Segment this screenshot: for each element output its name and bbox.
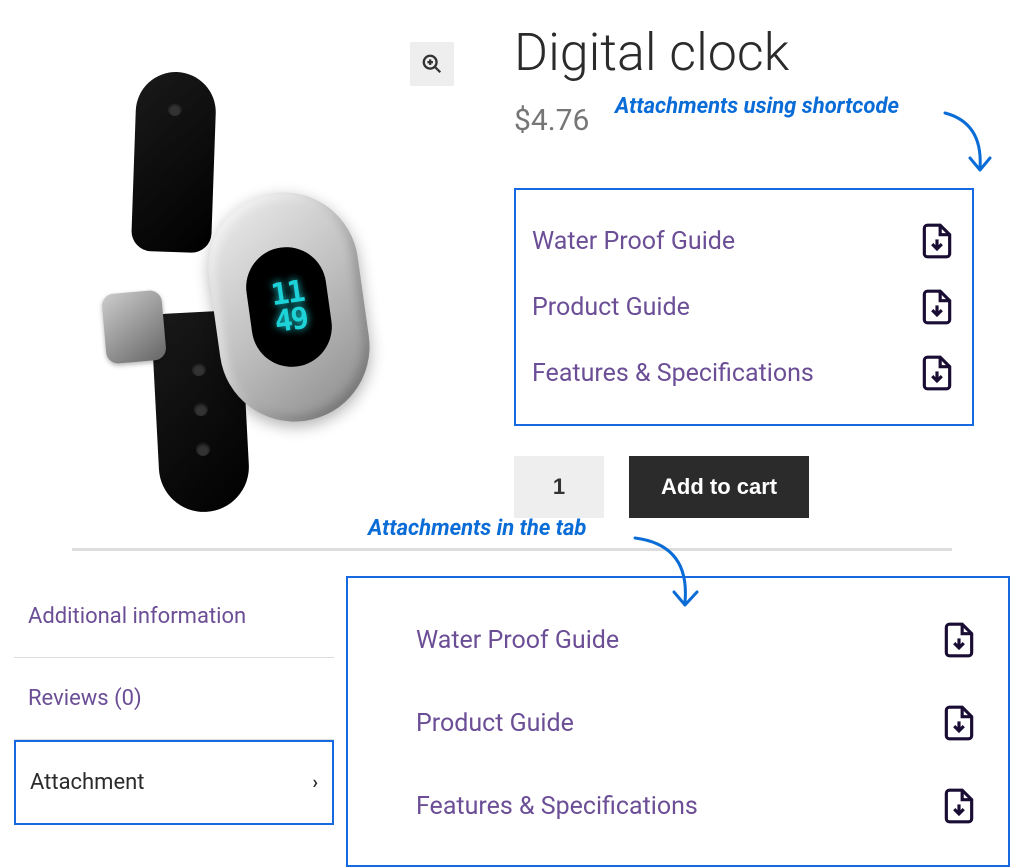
download-button[interactable]: [940, 787, 978, 825]
tab-attachment[interactable]: Attachment ›: [14, 740, 334, 825]
attachment-link[interactable]: Features & Specifications: [532, 359, 814, 388]
attachment-link[interactable]: Features & Specifications: [416, 792, 698, 821]
attachment-link[interactable]: Water Proof Guide: [532, 227, 735, 256]
annotation-arrow-icon: [630, 530, 720, 620]
attachment-row: Features & Specifications: [532, 340, 956, 406]
watch-time-line2: 49: [273, 305, 309, 336]
download-button[interactable]: [918, 288, 956, 326]
attachment-row: Product Guide: [416, 689, 978, 772]
download-button[interactable]: [918, 222, 956, 260]
download-file-icon: [918, 222, 956, 260]
download-button[interactable]: [940, 621, 978, 659]
zoom-button[interactable]: [410, 42, 454, 86]
product-image-column: 11 49: [14, 12, 454, 518]
attachment-row: Product Guide: [532, 274, 956, 340]
product-title: Digital clock: [514, 22, 1010, 83]
chevron-right-icon: ›: [313, 772, 318, 793]
download-file-icon: [940, 787, 978, 825]
add-to-cart-button[interactable]: Add to cart: [629, 456, 809, 518]
tab-label: Reviews (0): [28, 686, 142, 711]
zoom-icon: [421, 53, 443, 75]
download-file-icon: [918, 288, 956, 326]
attachments-shortcode-box: Water Proof Guide Product Guide: [514, 188, 974, 426]
section-divider: [72, 548, 952, 551]
attachment-link[interactable]: Product Guide: [532, 293, 690, 322]
product-image[interactable]: 11 49: [84, 72, 414, 512]
tabs-column: Additional information Reviews (0) Attac…: [14, 576, 334, 867]
attachment-link[interactable]: Product Guide: [416, 709, 574, 738]
annotation-tab: Attachments in the tab: [368, 516, 586, 541]
tab-label: Attachment: [30, 770, 144, 795]
tab-additional-information[interactable]: Additional information: [14, 576, 334, 658]
product-details: Digital clock $4.76 Water Proof Guide Pr…: [514, 12, 1010, 518]
attachment-row: Water Proof Guide: [532, 208, 956, 274]
annotation-shortcode: Attachments using shortcode: [615, 94, 899, 119]
attachment-link[interactable]: Water Proof Guide: [416, 626, 619, 655]
download-file-icon: [918, 354, 956, 392]
quantity-input[interactable]: [514, 456, 604, 518]
download-button[interactable]: [918, 354, 956, 392]
cart-row: Add to cart: [514, 456, 1010, 518]
download-file-icon: [940, 621, 978, 659]
download-file-icon: [940, 704, 978, 742]
annotation-arrow-icon: [935, 108, 1005, 188]
tab-reviews[interactable]: Reviews (0): [14, 658, 334, 740]
attachment-row: Features & Specifications: [416, 772, 978, 855]
tab-label: Additional information: [28, 604, 246, 629]
download-button[interactable]: [940, 704, 978, 742]
